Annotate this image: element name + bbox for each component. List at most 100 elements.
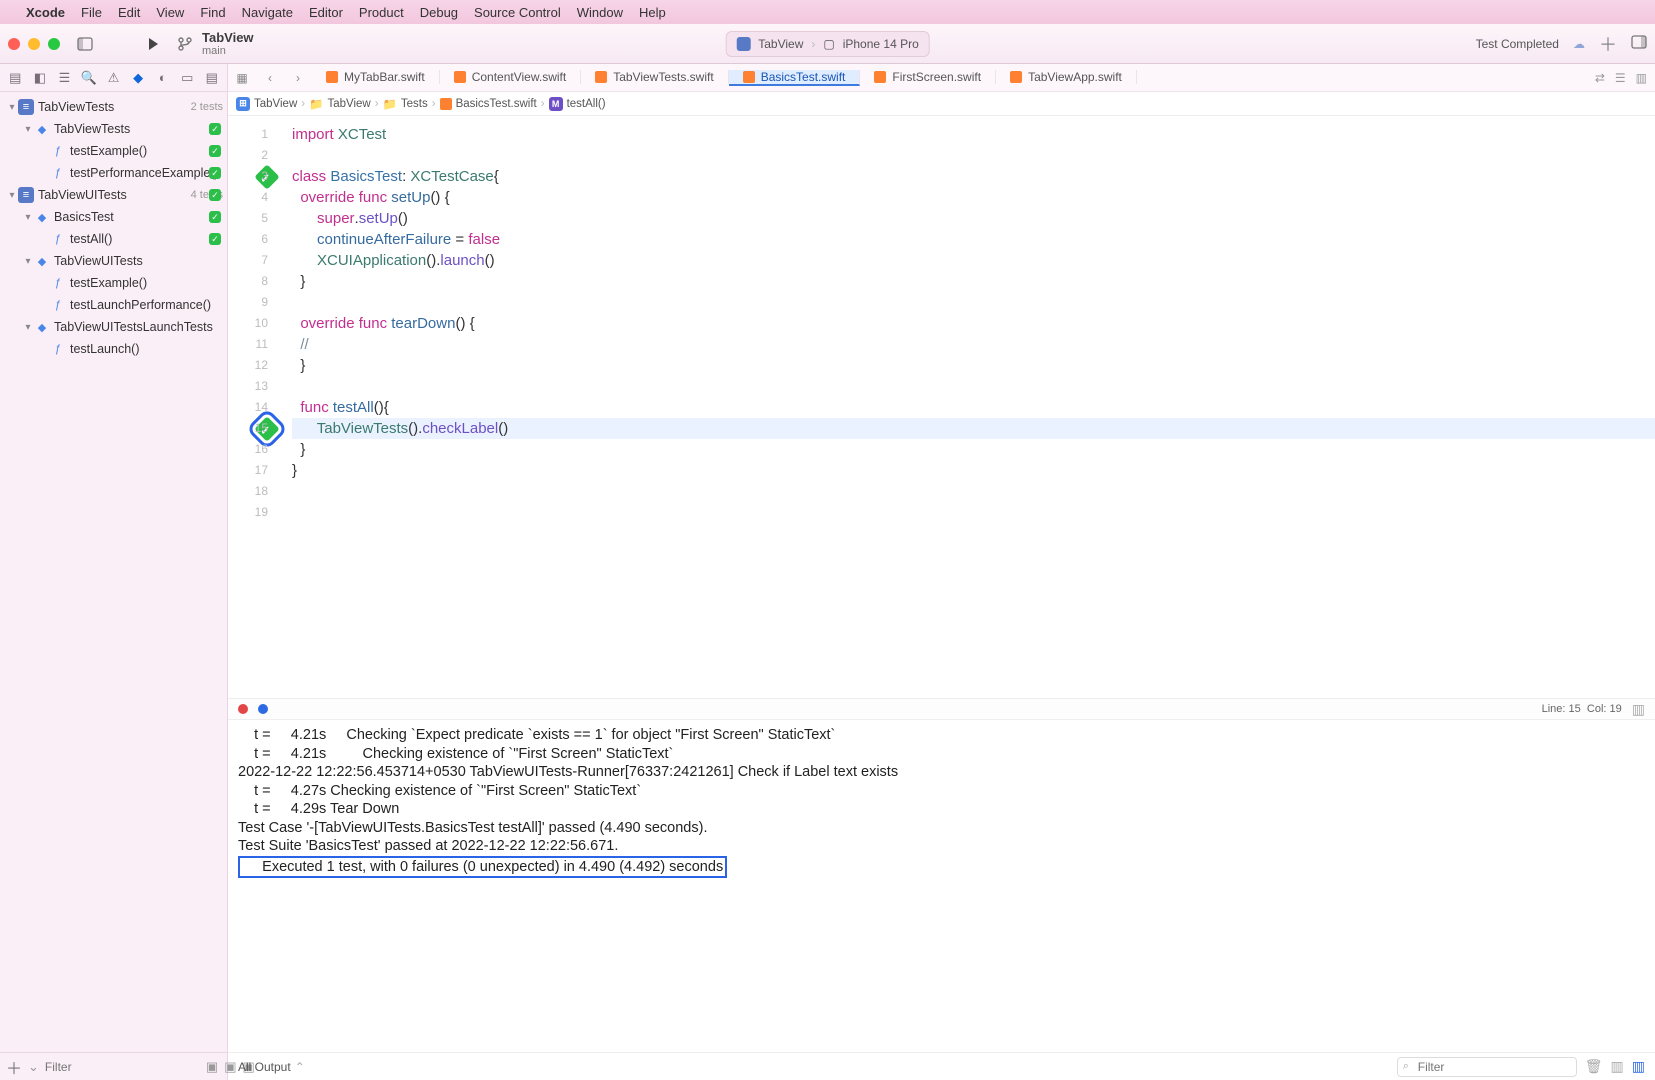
console-filter-input[interactable]	[1397, 1057, 1577, 1077]
menu-file[interactable]: File	[81, 5, 102, 20]
navigator-filter-input[interactable]	[45, 1060, 200, 1074]
editor-tab[interactable]: TabViewApp.swift	[996, 70, 1137, 84]
test-tree-item[interactable]: ƒtestExample()	[0, 272, 227, 294]
search-icon: ⌕	[1403, 1060, 1409, 1073]
activity-view[interactable]: TabView › ▢ iPhone 14 Pro	[725, 31, 930, 57]
cloud-icon[interactable]: ☁︎	[1573, 37, 1585, 51]
filter-hierarchy-icon[interactable]: ⌄	[28, 1059, 39, 1075]
disclosure-icon[interactable]: ▾	[22, 212, 34, 223]
toggle-console-view-button[interactable]: ▥	[1632, 1058, 1645, 1075]
find-navigator-tab[interactable]: 🔍	[80, 68, 99, 88]
editor-options-button[interactable]: ⇄	[1595, 71, 1605, 85]
class-icon: ◆	[34, 121, 50, 137]
disclosure-icon[interactable]: ▾	[6, 102, 18, 113]
menu-navigate[interactable]: Navigate	[242, 5, 293, 20]
test-tree-item[interactable]: ▾◆BasicsTest✓	[0, 206, 227, 228]
bundle-icon: ≡	[18, 187, 34, 203]
menu-window[interactable]: Window	[577, 5, 623, 20]
symbol-navigator-tab[interactable]: ☰	[55, 68, 74, 88]
xcode-window: TabView main TabView › ▢ iPhone 14 Pro T…	[0, 24, 1655, 1080]
jump-bar[interactable]: ⊞ TabView› 📁 TabView› 📁 Tests› BasicsTes…	[228, 92, 1655, 116]
test-tree-item[interactable]: ƒtestLaunchPerformance()	[0, 294, 227, 316]
add-editor-button[interactable]: ＋	[1599, 31, 1617, 57]
menu-view[interactable]: View	[156, 5, 184, 20]
disclosure-icon[interactable]: ▾	[22, 322, 34, 333]
add-editor-right-button[interactable]: ▥	[1636, 71, 1647, 85]
disclosure-icon[interactable]: ▾	[22, 124, 34, 135]
swift-file-icon	[326, 71, 338, 83]
related-items-button[interactable]: ▦	[228, 71, 256, 85]
menu-edit[interactable]: Edit	[118, 5, 140, 20]
breakpoint-navigator-tab[interactable]: ▭	[178, 68, 197, 88]
item-label: TabViewUITestsLaunchTests	[54, 320, 223, 334]
jump-folder[interactable]: Tests	[401, 98, 428, 110]
app-menu[interactable]: Xcode	[26, 5, 65, 20]
navigator-selector: ▤ ◧ ☰ 🔍 ⚠︎ ◆ ◐ ▭ ▤	[0, 64, 227, 92]
minimap-toggle-button[interactable]: ▥	[1632, 701, 1645, 718]
branch-icon	[174, 33, 196, 55]
item-label: testLaunch()	[70, 342, 223, 356]
source-control-navigator-tab[interactable]: ◧	[31, 68, 50, 88]
menu-product[interactable]: Product	[359, 5, 404, 20]
window-close-button[interactable]	[8, 38, 20, 50]
method-icon: M	[549, 97, 563, 111]
folder-icon: 📁	[383, 97, 397, 111]
menu-find[interactable]: Find	[200, 5, 225, 20]
test-tree-item[interactable]: ƒtestPerformanceExample()✓	[0, 162, 227, 184]
adjust-editor-button[interactable]: ☰	[1615, 71, 1626, 85]
continue-icon[interactable]	[258, 704, 268, 714]
scheme-name-label: TabView	[202, 30, 254, 45]
test-tree-item[interactable]: ▾≡TabViewTests2 tests	[0, 96, 227, 118]
test-status-icon: ✓	[209, 123, 221, 135]
editor-tab[interactable]: MyTabBar.swift	[312, 70, 440, 84]
project-navigator-tab[interactable]: ▤	[6, 68, 25, 88]
menu-debug[interactable]: Debug	[420, 5, 458, 20]
clear-console-button[interactable]: 🗑	[1585, 1058, 1603, 1075]
breakpoint-toggle-icon[interactable]	[238, 704, 248, 714]
console-output[interactable]: t = 4.21s Checking `Expect predicate `ex…	[228, 720, 1655, 1052]
scheme-selector[interactable]: TabView main	[174, 30, 254, 57]
back-button[interactable]: ‹	[256, 71, 284, 85]
toggle-inspector-button[interactable]	[1631, 34, 1647, 53]
test-tree-item[interactable]: ▾◆TabViewUITestsLaunchTests	[0, 316, 227, 338]
menu-editor[interactable]: Editor	[309, 5, 343, 20]
item-label: testExample()	[70, 276, 223, 290]
chevron-right-icon: ›	[811, 37, 815, 51]
report-navigator-tab[interactable]: ▤	[203, 68, 222, 88]
jump-group[interactable]: TabView	[327, 98, 370, 110]
editor-tab[interactable]: BasicsTest.swift	[729, 70, 861, 86]
test-tree-item[interactable]: ƒtestExample()✓	[0, 140, 227, 162]
swift-file-icon	[454, 71, 466, 83]
window-zoom-button[interactable]	[48, 38, 60, 50]
forward-button[interactable]: ›	[284, 71, 312, 85]
editor-tab[interactable]: ContentView.swift	[440, 70, 582, 84]
test-tree-item[interactable]: ƒtestAll()✓	[0, 228, 227, 250]
jump-file[interactable]: BasicsTest.swift	[456, 98, 537, 110]
test-navigator-tab[interactable]: ◆	[129, 68, 148, 88]
debug-navigator-tab[interactable]: ◐	[153, 68, 172, 88]
issue-navigator-tab[interactable]: ⚠︎	[104, 68, 123, 88]
disclosure-icon[interactable]: ▾	[6, 190, 18, 201]
menu-help[interactable]: Help	[639, 5, 666, 20]
test-tree-item[interactable]: ƒtestLaunch()	[0, 338, 227, 360]
add-button[interactable]: ＋	[6, 1055, 22, 1079]
status-text-label: Test Completed	[1476, 37, 1559, 51]
source-editor[interactable]: 12345678910111213141516171819 import XCT…	[228, 116, 1655, 698]
test-tree-item[interactable]: ▾◆TabViewTests✓	[0, 118, 227, 140]
filter-scope-button-1[interactable]: ▣	[206, 1059, 218, 1075]
toggle-navigator-button[interactable]	[74, 33, 96, 55]
jump-symbol[interactable]: testAll()	[567, 98, 606, 110]
editor-tab[interactable]: TabViewTests.swift	[581, 70, 728, 84]
item-label: TabViewTests	[38, 100, 187, 114]
output-selector[interactable]: All Output⌃	[238, 1060, 305, 1074]
tab-label: BasicsTest.swift	[761, 70, 846, 84]
jump-project[interactable]: TabView	[254, 98, 297, 110]
menu-source-control[interactable]: Source Control	[474, 5, 561, 20]
run-button[interactable]	[142, 33, 164, 55]
test-tree-item[interactable]: ▾◆TabViewUITests	[0, 250, 227, 272]
window-minimize-button[interactable]	[28, 38, 40, 50]
test-tree-item[interactable]: ▾≡TabViewUITests4 tests✓	[0, 184, 227, 206]
toggle-variables-view-button[interactable]: ▥	[1611, 1058, 1624, 1075]
disclosure-icon[interactable]: ▾	[22, 256, 34, 267]
editor-tab[interactable]: FirstScreen.swift	[860, 70, 996, 84]
